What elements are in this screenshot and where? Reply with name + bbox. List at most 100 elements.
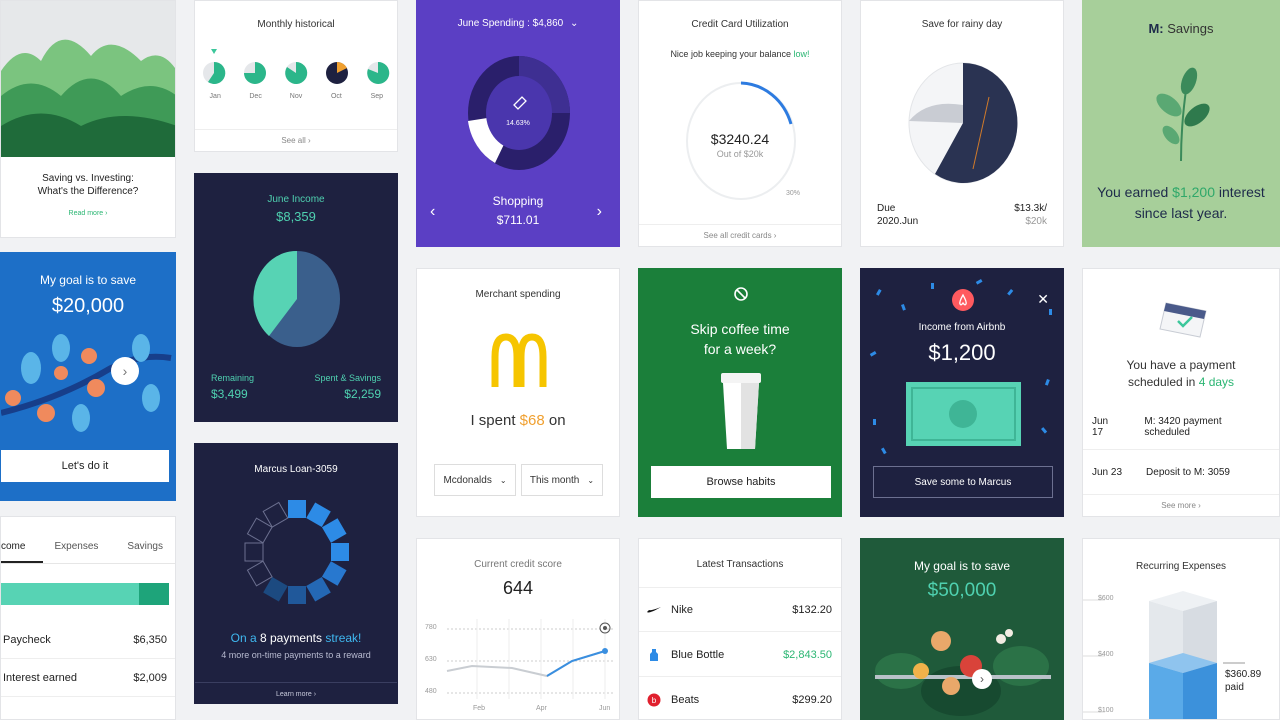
utilization-msg-highlight: low! [793,49,810,59]
y-tick: 780 [425,624,437,631]
streak-sub: 4 more on-time payments to a reward [221,650,371,660]
merchant-spending-card: Merchant spending I spent $68 on Mcdonal… [416,268,620,517]
lets-do-it-button[interactable]: Let's do it [1,450,169,482]
chevron-down-icon: ⌄ [499,475,507,485]
spending-pct: 14.63% [506,120,530,127]
tab-income[interactable]: come [1,541,25,552]
category-label: Shopping [492,194,544,208]
monthly-historical-card: Monthly historical Jan Dec Nov Oct Sep S… [194,0,398,152]
spending-title: June Spending : $4,860 [457,18,564,29]
category-amount: $711.01 [496,213,540,227]
close-icon[interactable]: ✕ [1037,291,1049,308]
goal-50k-card: My goal is to save $50,000 › [860,538,1064,720]
merchant-select-value: Mcdonalds [443,474,492,486]
see-more-link[interactable]: See more › [1083,494,1279,516]
income-amount: $8,359 [276,209,316,224]
payment-line1: You have a payment [1126,358,1236,372]
row-label: Paycheck [3,633,51,646]
savings-line2: since last year. [1134,205,1228,221]
loan-title: Marcus Loan-3059 [254,464,338,475]
branch-illustration [1,334,172,432]
goal2-amount: $50,000 [927,580,997,601]
utilization-sub: Out of $20k [716,149,764,159]
transaction-amount: $299.20 [792,693,832,706]
spent-value: $2,259 [344,387,381,401]
savings-title: Savings [1167,21,1214,36]
recurring-expenses-card: Recurring Expenses $600 $400 $100 $360.8… [1082,538,1280,720]
y-tick: $400 [1098,651,1114,658]
y-tick: $100 [1098,707,1114,714]
transaction-amount: $132.20 [792,603,832,616]
spent-post: on [548,412,566,429]
payment-date: Jun 17 [1092,416,1109,438]
transaction-row[interactable]: Blue Bottle $2,843.50 [639,633,841,677]
chevron-down-icon[interactable]: ⌄ [570,18,578,29]
article-title-2: What's the Difference? [37,186,139,197]
paid-label: paid [1225,682,1244,693]
umbrella-pie-illustration [908,62,1018,184]
learn-more-link[interactable]: Learn more › [195,682,397,703]
transaction-row[interactable]: Nike $132.20 [639,588,841,632]
due-date: 2020.Jun [877,216,919,227]
income-tabs-card: come Expenses Savings Paycheck $6,350 In… [0,516,176,720]
save-to-marcus-button[interactable]: Save some to Marcus [873,466,1053,498]
plant-illustration [1156,67,1210,162]
transactions-title: Latest Transactions [696,559,784,570]
row-label: Interest earned [3,671,77,684]
airbnb-logo-icon [952,289,974,311]
tab-expenses[interactable]: Expenses [54,541,98,552]
see-all-link[interactable]: See all › [195,129,397,151]
savings-text: You earned [1097,184,1169,200]
income-title: June Income [267,194,325,205]
see-all-cards-link[interactable]: See all credit cards › [639,224,841,246]
utilization-title: Credit Card Utilization [691,19,789,30]
payment-row[interactable]: Jun 23 Deposit to M: 3059 [1083,450,1279,495]
utilization-amount: $3240.24 [710,131,770,147]
chevron-right-icon[interactable]: › [597,203,602,221]
payment-row[interactable]: Jun 17 M: 3420 payment scheduled [1083,405,1279,450]
row-value: $6,350 [133,633,167,646]
goal-amount: $20,000 [51,295,125,317]
period-select[interactable]: This month ⌄ [521,464,603,496]
streak-num: 8 payments [259,631,323,645]
marcus-brand: M: [1148,21,1164,36]
blue-bottle-logo-icon [650,648,658,661]
month-label: Dec [249,93,262,100]
coffee-line1: Skip coffee time [690,321,790,337]
rainy-title: Save for rainy day [921,19,1003,30]
tab-savings[interactable]: Savings [127,541,163,552]
period-select-value: This month [529,474,580,486]
transaction-row[interactable]: b Beats $299.20 [639,678,841,719]
spent-pre: I spent [470,412,516,429]
historical-title: Monthly historical [257,19,335,30]
svg-text:b: b [652,696,657,705]
read-more-link[interactable]: Read more › [1,210,175,217]
recurring-title: Recurring Expenses [1135,561,1227,572]
merchant-select[interactable]: Mcdonalds ⌄ [434,464,516,496]
nike-logo-icon [647,606,661,612]
june-spending-card: June Spending : $4,860 ⌄ 14.63% Shopping… [416,0,620,247]
savings-text-post: interest [1218,184,1265,200]
income-row: Interest earned $2,009 [1,659,175,697]
payment-date: Jun 23 [1092,466,1123,478]
june-income-card: June Income $8,359 Remaining $3,499 Spen… [194,173,398,422]
article-card: Saving vs. Investing: What's the Differe… [0,0,176,238]
goal-line: My goal is to save [39,273,137,287]
next-arrow-button[interactable]: › [972,669,992,689]
remaining-label: Remaining [211,373,255,383]
skip-coffee-card: Skip coffee time for a week? Browse habi… [638,268,842,517]
payment-days: 4 days [1198,375,1235,389]
browse-habits-button[interactable]: Browse habits [651,466,831,498]
coffee-cup-illustration [721,373,761,449]
latest-transactions-card: Latest Transactions Nike $132.20 Blue Bo… [638,538,842,720]
goal2-line: My goal is to save [913,559,1011,573]
income-pie-chart [253,250,340,347]
chevron-down-icon: ⌄ [587,475,595,485]
month-label: Jan [209,93,221,100]
next-arrow-button[interactable]: › [111,357,139,385]
transaction-name: Nike [671,603,694,616]
rainy-day-card: Save for rainy day Due 2020.Jun $13.3k/ … [860,0,1064,247]
chevron-left-icon[interactable]: ‹ [430,203,435,221]
payment-line2: scheduled in [1127,375,1196,389]
merchant-title: Merchant spending [475,289,561,300]
